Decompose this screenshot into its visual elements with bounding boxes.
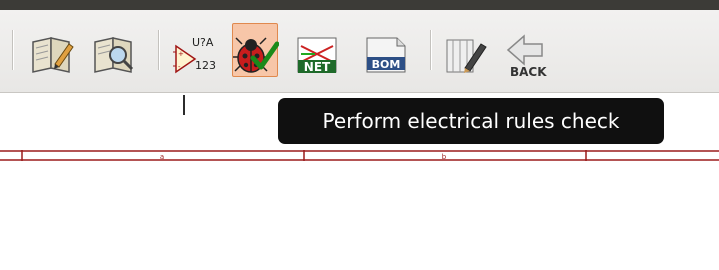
bom-label: BOM <box>372 58 401 71</box>
generate-bom-button[interactable]: BOM <box>362 23 408 77</box>
sheet-zone-label: b <box>442 153 447 161</box>
edit-component-library-button[interactable] <box>28 23 74 77</box>
main-toolbar: + - U?A 123 NET BOM BACK <box>0 10 719 93</box>
back-arrow-icon: BACK <box>506 34 547 78</box>
annotate-label-top: U?A <box>192 36 214 49</box>
book-magnifier-icon <box>94 37 134 73</box>
sheet-zone-label: a <box>160 153 164 161</box>
pcb-pencil-icon <box>446 39 487 73</box>
bom-icon: BOM <box>366 37 406 73</box>
back-label: BACK <box>510 65 547 78</box>
schematic-sheet-border: a b <box>0 150 719 164</box>
ladybug-check-icon <box>233 37 279 73</box>
annotate-label-bottom: 123 <box>195 59 216 72</box>
erc-button[interactable] <box>232 23 279 77</box>
book-pencil-icon <box>32 37 74 73</box>
drag-handle-mark <box>183 95 185 115</box>
toolbar-separator <box>12 30 13 70</box>
tooltip: Perform electrical rules check <box>278 98 664 144</box>
generate-netlist-button[interactable]: NET <box>294 23 340 77</box>
browse-library-button[interactable] <box>90 23 136 77</box>
back-button[interactable]: BACK <box>503 23 549 78</box>
netlist-label: NET <box>304 60 331 74</box>
window-title-bar <box>0 0 719 10</box>
toolbar-separator <box>158 30 159 70</box>
svg-text:+: + <box>178 50 184 58</box>
netlist-icon: NET <box>297 37 337 74</box>
annotate-schematic-button[interactable]: + - U?A 123 <box>172 23 218 77</box>
toolbar-separator <box>430 30 431 70</box>
annotate-icon: + - U?A 123 <box>173 36 216 74</box>
run-pcbnew-button[interactable] <box>442 23 488 77</box>
